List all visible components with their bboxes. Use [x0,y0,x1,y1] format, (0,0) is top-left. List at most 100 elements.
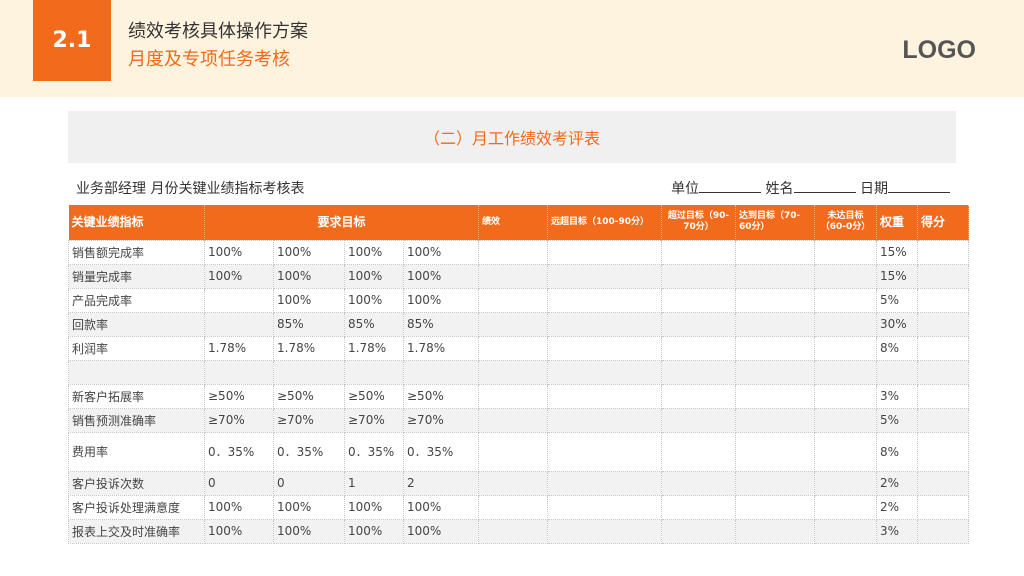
target-cell: 100% [402,287,480,313]
empty-cell [917,239,970,265]
page-title: 绩效考核具体操作方案 [128,21,308,42]
empty-cell [917,518,970,544]
target-cell [204,359,274,385]
weight-cell: 2% [876,470,919,496]
target-cell: 1.78% [204,335,274,361]
empty-cell [814,431,878,472]
col-reach: 达到目标（70-60分） [735,205,816,240]
empty-cell [917,287,970,313]
empty-cell [814,359,878,385]
kpi-name-cell: 客户投诉次数 [68,470,205,496]
target-cell: 85% [344,311,404,337]
weight-cell: 5% [876,407,919,433]
date-blank[interactable] [888,179,950,193]
empty-cell [661,494,737,520]
header-bar: 2.1 绩效考核具体操作方案 月度及专项任务考核 LOGO [0,0,1024,97]
target-cell [273,359,345,385]
weight-cell: 15% [876,263,919,289]
empty-cell [478,359,549,385]
empty-cell [661,407,737,433]
target-cell: ≥50% [204,383,274,409]
empty-cell [735,383,816,409]
target-cell: ≥50% [402,383,480,409]
weight-cell: 3% [876,518,919,544]
kpi-name-cell: 利润率 [68,335,205,361]
weight-cell: 3% [876,383,919,409]
form-name: 业务部经理 月份关键业绩指标考核表 [76,181,305,197]
section-number: 2.1 [33,0,111,81]
empty-cell [547,311,663,337]
table-row: 销售额完成率 100% 100% 100% 100% 15% [68,239,970,265]
empty-cell [735,494,816,520]
col-kpi: 关键业绩指标 [68,205,205,240]
target-cell: ≥50% [273,383,345,409]
empty-cell [917,311,970,337]
col-performance: 绩效 [478,205,549,240]
table-row: 销售预测准确率 ≥70% ≥70% ≥70% ≥70% 5% [68,407,970,433]
target-cell: 1 [344,470,404,496]
empty-cell [735,359,816,385]
name-blank[interactable] [793,179,856,193]
target-cell: 0．35% [204,431,274,472]
empty-cell [735,431,816,472]
table-row: 报表上交及时准确率 100% 100% 100% 100% 3% [68,518,970,544]
target-cell: ≥50% [344,383,404,409]
target-cell: 100% [344,494,404,520]
empty-cell [478,518,549,544]
weight-cell [876,359,919,385]
empty-cell [814,494,878,520]
empty-cell [814,383,878,409]
empty-cell [478,263,549,289]
table-row: 费用率 0．35% 0．35% 0．35% 0．35% 8% [68,431,970,472]
empty-cell [735,470,816,496]
empty-cell [547,407,663,433]
empty-cell [478,494,549,520]
empty-cell [478,431,549,472]
target-cell [204,311,274,337]
target-cell: 100% [402,239,480,265]
empty-cell [547,470,663,496]
table-row: 新客户拓展率 ≥50% ≥50% ≥50% ≥50% 3% [68,383,970,409]
empty-cell [735,287,816,313]
empty-cell [478,470,549,496]
target-cell: 0 [273,470,345,496]
target-cell: 1.78% [344,335,404,361]
empty-cell [661,311,737,337]
empty-cell [735,407,816,433]
target-cell: 0．35% [273,431,345,472]
kpi-name-cell [68,359,205,385]
kpi-table: 关键业绩指标 要求目标 绩效 远超目标（100-90分） 超过目标（90-70分… [68,205,970,544]
target-cell: 85% [402,311,480,337]
target-cell: 100% [344,287,404,313]
target-cell: ≥70% [402,407,480,433]
empty-cell [917,263,970,289]
empty-cell [814,335,878,361]
table-row: 客户投诉处理满意度 100% 100% 100% 100% 2% [68,494,970,520]
target-cell [402,359,480,385]
weight-cell: 2% [876,494,919,520]
target-cell: 100% [273,287,345,313]
kpi-name-cell: 销售额完成率 [68,239,205,265]
table-row [68,359,970,385]
weight-cell: 30% [876,311,919,337]
unit-blank[interactable] [699,179,762,193]
target-cell: 100% [402,494,480,520]
target-cell: ≥70% [204,407,274,433]
kpi-name-cell: 销量完成率 [68,263,205,289]
empty-cell [917,359,970,385]
empty-cell [917,335,970,361]
page-subtitle: 月度及专项任务考核 [128,49,290,70]
table-row: 销量完成率 100% 100% 100% 100% 15% [68,263,970,289]
empty-cell [917,494,970,520]
target-cell: 100% [204,518,274,544]
kpi-name-cell: 客户投诉处理满意度 [68,494,205,520]
empty-cell [917,407,970,433]
target-cell: 100% [273,263,345,289]
col-over: 超过目标（90-70分） [661,205,737,240]
target-cell: 100% [273,494,345,520]
empty-cell [547,383,663,409]
name-label: 姓名 [765,181,794,197]
empty-cell [814,263,878,289]
target-cell: 100% [204,494,274,520]
target-cell: 0 [204,470,274,496]
